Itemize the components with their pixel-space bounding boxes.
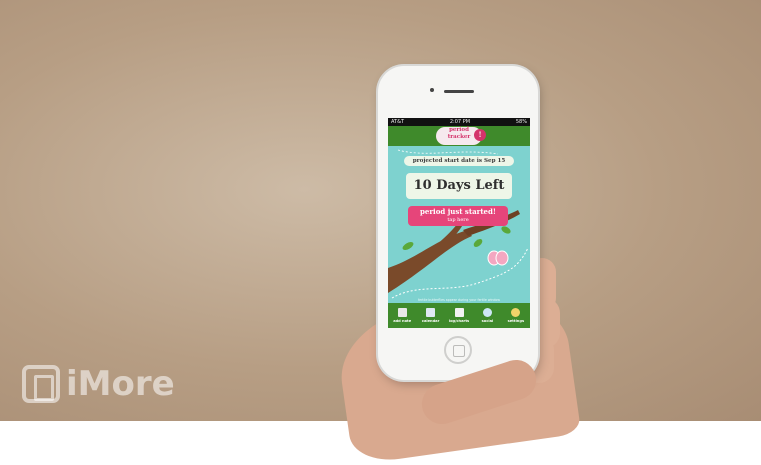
tab-label: settings xyxy=(507,319,525,323)
period-started-label: period just started! xyxy=(420,207,496,216)
watermark-text: iMore xyxy=(66,364,175,404)
earpiece-speaker xyxy=(444,90,474,93)
home-button[interactable] xyxy=(444,336,472,364)
tab-social[interactable]: social xyxy=(473,303,501,328)
front-camera-icon xyxy=(430,88,434,92)
tab-label: add note xyxy=(393,319,412,323)
imore-logo-icon xyxy=(22,365,60,403)
imore-watermark: iMore xyxy=(22,364,175,404)
tab-bar: add note calendar log/charts social sett… xyxy=(388,303,530,328)
projected-start-label: projected start date is Sep 15 xyxy=(404,156,514,166)
tab-label: log/charts xyxy=(448,319,470,323)
photo-background: AT&T 2:07 PM 58% period tracker ! projec… xyxy=(0,0,761,465)
tab-label: calendar xyxy=(421,319,440,323)
gear-icon xyxy=(511,308,521,317)
days-left-label: 10 Days Left xyxy=(406,173,512,199)
tab-calendar[interactable]: calendar xyxy=(416,303,444,328)
tab-log-charts[interactable]: log/charts xyxy=(445,303,473,328)
chart-icon xyxy=(454,308,464,317)
speech-bubble-icon xyxy=(482,308,492,317)
tab-label: social xyxy=(481,319,494,323)
note-icon xyxy=(397,308,407,317)
tap-here-label: tap here xyxy=(447,217,469,223)
calendar-icon xyxy=(426,308,436,317)
iphone-device: AT&T 2:07 PM 58% period tracker ! projec… xyxy=(378,66,538,380)
period-started-button[interactable]: period just started! tap here xyxy=(408,206,508,226)
tab-settings[interactable]: settings xyxy=(502,303,530,328)
app-screen: AT&T 2:07 PM 58% period tracker ! projec… xyxy=(388,118,530,328)
tab-add-note[interactable]: add note xyxy=(388,303,416,328)
